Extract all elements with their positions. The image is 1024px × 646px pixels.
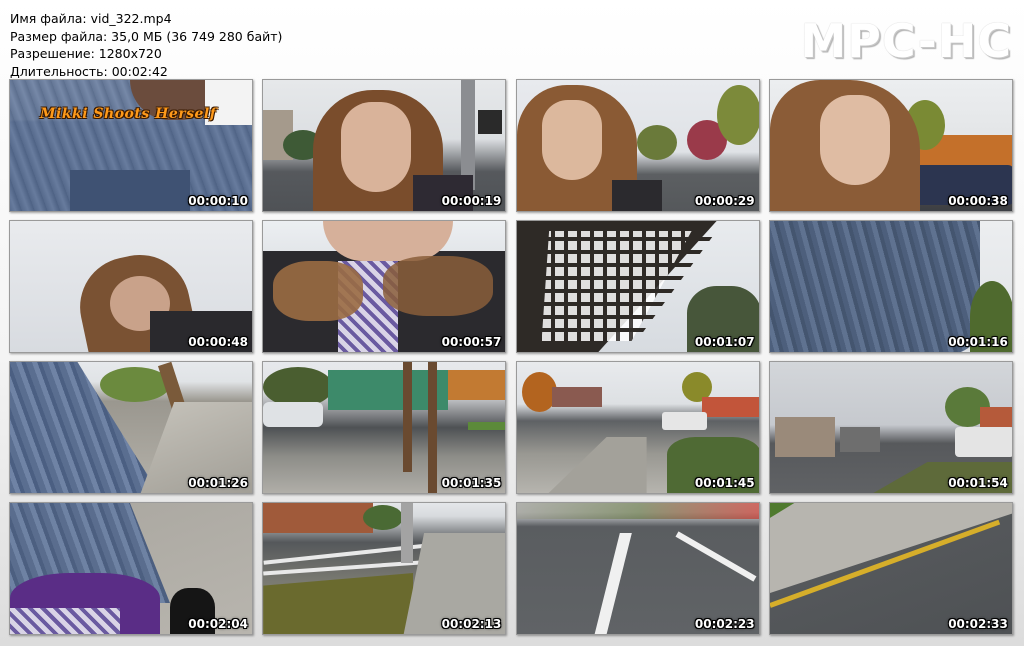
timestamp: 00:01:35: [441, 476, 502, 490]
timestamp: 00:01:54: [948, 476, 1008, 490]
thumbnail[interactable]: 00:01:26: [9, 361, 253, 494]
file-name: Имя файла: vid_322.mp4: [10, 11, 172, 26]
timestamp: 00:02:04: [188, 617, 248, 631]
file-resolution: Разрешение: 1280x720: [10, 46, 162, 62]
timestamp: 00:00:19: [441, 194, 502, 208]
thumbnail-grid: Mikki Shoots Herself 00:00:10 00:00:19 0…: [9, 79, 1013, 635]
file-size: Размер файла: 35,0 МБ (36 749 280 байт): [10, 28, 283, 44]
mpc-hc-logo: MPC-HC: [800, 14, 1012, 68]
timestamp: 00:02:33: [948, 617, 1008, 631]
thumbnail[interactable]: Mikki Shoots Herself 00:00:10: [9, 79, 253, 212]
timestamp: 00:01:07: [694, 335, 755, 349]
file-info: Имя файла: vid_322.mp4 Размер файла: 35,…: [10, 10, 282, 80]
thumbnail[interactable]: 00:01:07: [515, 220, 760, 353]
thumbnail[interactable]: 00:02:33: [768, 502, 1013, 635]
thumbnail[interactable]: 00:01:54: [768, 361, 1013, 494]
timestamp: 00:02:23: [694, 617, 755, 631]
thumbnail[interactable]: 00:00:19: [262, 79, 507, 212]
timestamp: 00:00:10: [188, 194, 248, 208]
thumbnail[interactable]: 00:00:38: [768, 79, 1013, 212]
timestamp: 00:01:26: [188, 476, 248, 490]
timestamp: 00:00:38: [948, 194, 1008, 208]
timestamp: 00:00:29: [694, 194, 755, 208]
timestamp: 00:01:45: [694, 476, 755, 490]
timestamp: 00:01:16: [948, 335, 1008, 349]
file-duration: Длительность: 00:02:42: [10, 63, 168, 79]
thumbnail[interactable]: 00:01:16: [768, 220, 1013, 353]
thumbnail[interactable]: 00:00:48: [9, 220, 253, 353]
thumbnail[interactable]: 00:02:13: [262, 502, 507, 635]
thumbnail[interactable]: 00:01:35: [262, 361, 507, 494]
thumbnail[interactable]: 00:01:45: [515, 361, 760, 494]
thumbnail[interactable]: 00:02:04: [9, 502, 253, 635]
thumbnail[interactable]: 00:00:29: [515, 79, 760, 212]
timestamp: 00:00:57: [441, 335, 502, 349]
video-watermark: Mikki Shoots Herself: [40, 106, 217, 122]
timestamp: 00:00:48: [188, 335, 248, 349]
thumbnail[interactable]: 00:00:57: [262, 220, 507, 353]
timestamp: 00:02:13: [441, 617, 502, 631]
thumbnail[interactable]: 00:02:23: [515, 502, 760, 635]
